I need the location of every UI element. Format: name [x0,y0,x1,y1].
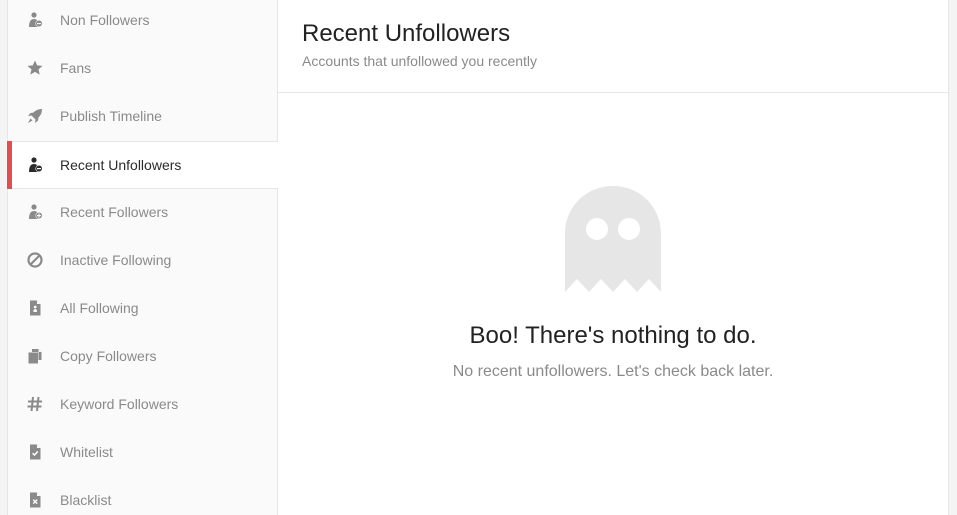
ghost-icon [565,186,661,292]
sidebar-item-label: Recent Unfollowers [60,157,182,173]
sidebar-item-label: Fans [60,60,92,76]
sidebar-item-inactive-following[interactable]: Inactive Following [8,236,278,284]
star-icon [26,59,44,77]
file-user-icon [26,299,44,317]
sidebar-item-non-followers[interactable]: Non Followers [8,0,278,44]
sidebar-item-all-following[interactable]: All Following [8,284,278,332]
sidebar-item-keyword-followers[interactable]: Keyword Followers [8,380,278,428]
sidebar-item-recent-unfollowers[interactable]: Recent Unfollowers [7,141,278,189]
user-minus-icon [26,11,44,29]
empty-state-message: No recent unfollowers. Let's check back … [452,363,774,380]
app-root: Non Followers Fans Publish Timeline Rece… [0,0,957,515]
sidebar-item-label: Copy Followers [60,348,157,364]
sidebar-item-label: Blacklist [60,492,112,508]
sidebar-item-whitelist[interactable]: Whitelist [8,428,278,476]
ban-icon [26,251,44,269]
user-minus-icon [26,156,44,174]
empty-state-title: Boo! There's nothing to do. [469,322,757,349]
sidebar-item-label: Keyword Followers [60,396,179,412]
sidebar-item-label: Non Followers [60,12,150,28]
sidebar-item-fans[interactable]: Fans [8,44,278,92]
sidebar-item-blacklist[interactable]: Blacklist [8,476,278,515]
user-plus-icon [26,203,44,221]
hashtag-icon [26,395,44,413]
sidebar-item-label: Inactive Following [60,252,172,268]
sidebar-item-label: All Following [60,300,139,316]
file-check-icon [26,443,44,461]
file-x-icon [26,491,44,509]
page-subtitle: Accounts that unfollowed you recently [302,53,538,69]
sidebar-item-label: Whitelist [60,444,113,460]
sidebar-item-recent-followers[interactable]: Recent Followers [8,188,278,236]
sidebar-item-label: Recent Followers [60,204,169,220]
sidebar-item-publish-timeline[interactable]: Publish Timeline [8,92,278,140]
copy-icon [26,347,44,365]
sidebar: Non Followers Fans Publish Timeline Rece… [7,0,278,515]
rocket-icon [26,107,44,125]
sidebar-item-copy-followers[interactable]: Copy Followers [8,332,278,380]
main-panel: Recent Unfollowers Accounts that unfollo… [278,0,949,515]
page-title: Recent Unfollowers [302,20,511,47]
page-header: Recent Unfollowers Accounts that unfollo… [278,0,948,93]
sidebar-item-label: Publish Timeline [60,108,162,124]
